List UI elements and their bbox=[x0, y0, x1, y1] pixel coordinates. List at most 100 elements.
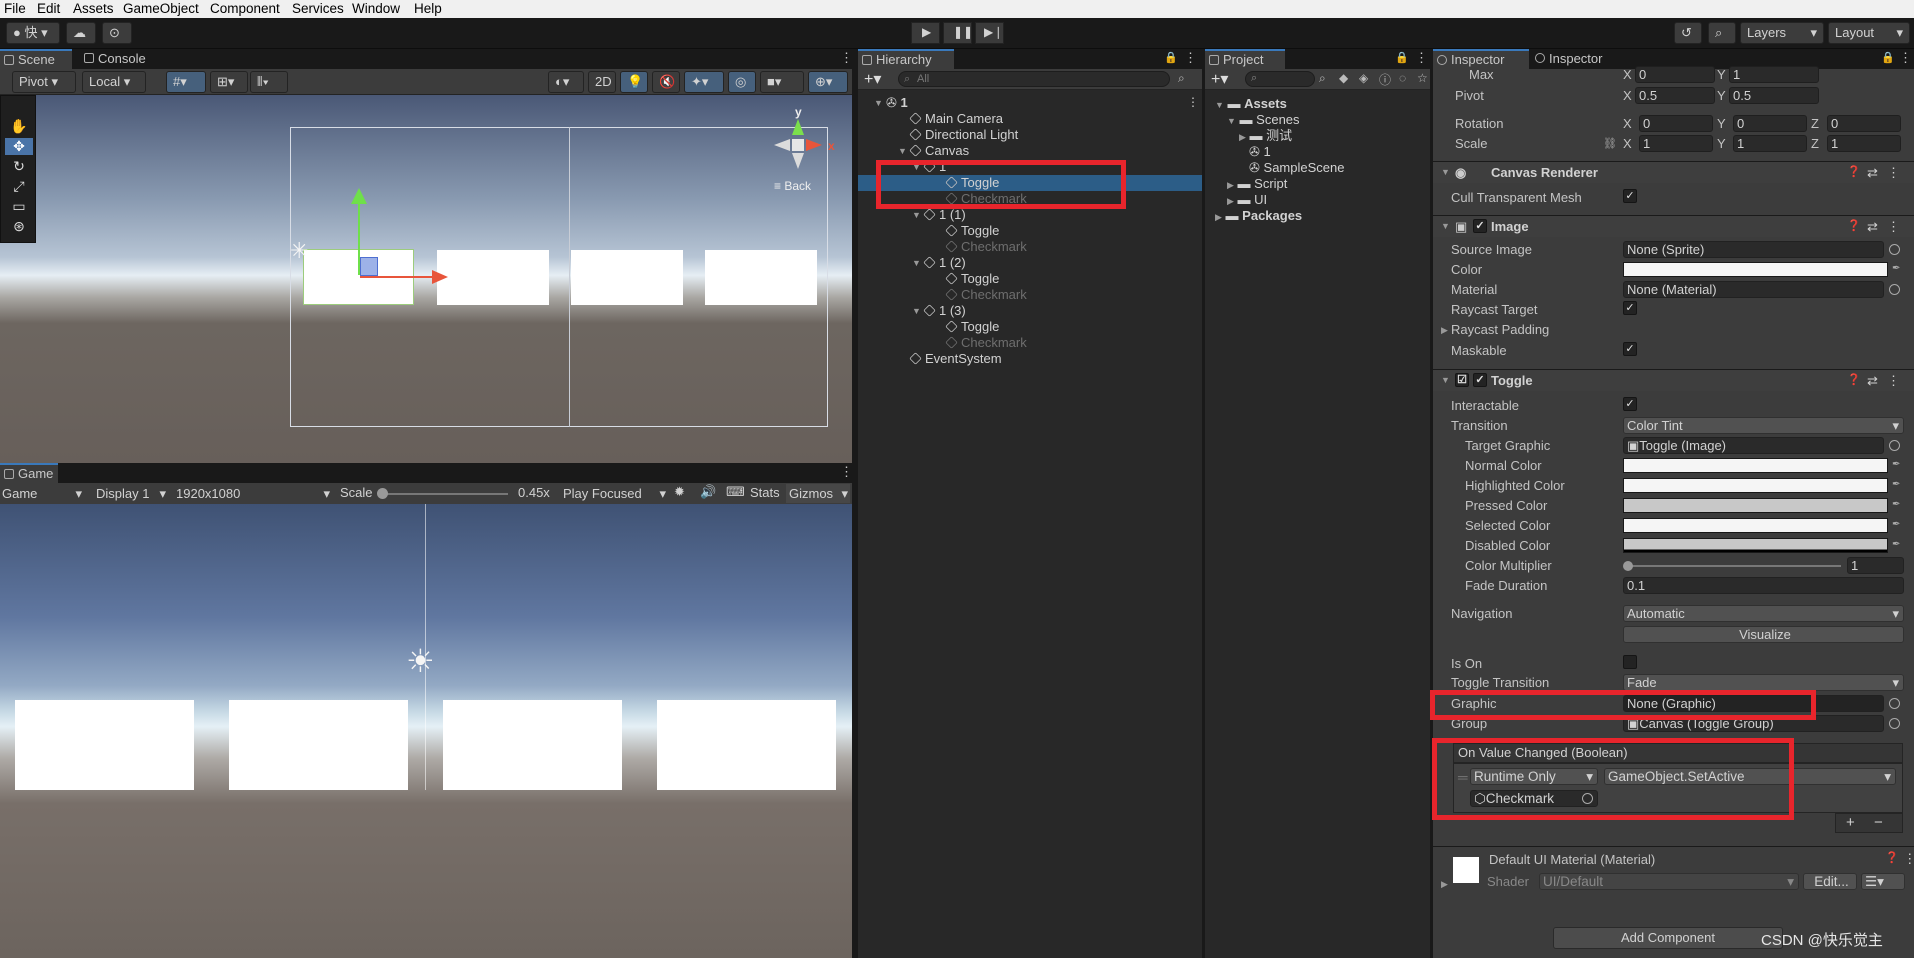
shader-dropdown[interactable]: UI/Default ▾ bbox=[1539, 873, 1799, 890]
hierarchy-scene-row[interactable]: ▼ ✇ 1 bbox=[874, 95, 1216, 111]
scale-z-field[interactable]: 1 bbox=[1827, 135, 1901, 152]
gizmo-back-label[interactable]: ≡ Back bbox=[774, 179, 811, 193]
scale-tool-icon[interactable]: ⤢ bbox=[5, 178, 33, 195]
object-picker-icon[interactable] bbox=[1889, 718, 1900, 729]
raycast-padding-row[interactable]: ▶ Raycast Padding bbox=[1433, 321, 1914, 339]
grid-snap-button[interactable]: #▾ bbox=[166, 71, 206, 93]
toggle-preview-2[interactable] bbox=[437, 250, 549, 305]
cull-mesh-checkbox[interactable]: ✓ bbox=[1623, 189, 1637, 203]
link-icon[interactable]: ⛓ bbox=[1603, 135, 1617, 153]
menu-services[interactable]: Services bbox=[292, 1, 344, 16]
tab-game[interactable]: Game bbox=[0, 463, 58, 483]
audio-toggle[interactable]: 🔇 bbox=[652, 71, 680, 93]
is-on-checkbox[interactable] bbox=[1623, 655, 1637, 669]
function-dropdown[interactable]: GameObject.SetActive ▾ bbox=[1604, 768, 1896, 785]
event-object-field[interactable]: ⬡Checkmark bbox=[1470, 790, 1598, 807]
hierarchy-menu-icon[interactable] bbox=[1184, 50, 1197, 66]
orientation-gizmo[interactable]: y x ≡ Back bbox=[772, 105, 840, 195]
component-menu-icon[interactable]: ⋮ bbox=[1887, 216, 1900, 237]
toggle-render-1[interactable] bbox=[15, 700, 194, 790]
object-picker-icon[interactable] bbox=[1889, 244, 1900, 255]
color-multiplier-field[interactable]: 1 bbox=[1847, 557, 1904, 574]
scale-y-field[interactable]: 1 bbox=[1733, 135, 1807, 152]
inspector-menu-icon[interactable] bbox=[1899, 50, 1912, 66]
tab-scene[interactable]: Scene bbox=[0, 49, 72, 69]
object-picker-icon[interactable] bbox=[1889, 698, 1900, 709]
account-button[interactable]: ● 快 ▾ bbox=[6, 22, 60, 44]
search-button[interactable]: ⌕ bbox=[1708, 22, 1736, 44]
image-enabled-checkbox[interactable]: ✓ bbox=[1473, 219, 1487, 233]
stats-button[interactable]: Stats bbox=[750, 485, 780, 500]
help-icon[interactable]: ❓ bbox=[1847, 370, 1861, 391]
rotation-x-field[interactable]: 0 bbox=[1639, 115, 1713, 132]
eyedropper-icon[interactable]: ✒ bbox=[1892, 460, 1902, 470]
local-dropdown[interactable]: Local ▾ bbox=[82, 71, 146, 93]
source-image-field[interactable]: None (Sprite) bbox=[1623, 241, 1884, 258]
canvas-renderer-header[interactable]: ▼ ◉ Canvas Renderer ❓ ⇄ ⋮ bbox=[1433, 161, 1914, 183]
tab-hierarchy[interactable]: Hierarchy bbox=[858, 49, 954, 69]
type-filter-icon[interactable]: ◆ bbox=[1339, 71, 1348, 85]
eyedropper-icon[interactable]: ✒ bbox=[1892, 500, 1902, 510]
camera-dropdown[interactable]: ■▾ bbox=[760, 71, 804, 93]
step-button[interactable]: ▶❘ bbox=[975, 22, 1004, 44]
gizmo-center-cube[interactable] bbox=[792, 139, 804, 151]
display-dropdown[interactable]: Display 1 ▾ bbox=[90, 484, 168, 503]
image-component-header[interactable]: ▼ ▣ ✓ Image ❓ ⇄ ⋮ bbox=[1433, 215, 1914, 237]
play-mode-dropdown[interactable]: Play Focused ▾ bbox=[560, 484, 668, 503]
menu-assets[interactable]: Assets bbox=[73, 1, 114, 16]
2d-toggle[interactable]: 2D bbox=[588, 71, 616, 93]
move-tool-icon[interactable]: ✥ bbox=[5, 138, 33, 155]
pivot-x-field[interactable]: 0.5 bbox=[1635, 87, 1715, 104]
rotate-tool-icon[interactable]: ↻ bbox=[5, 158, 33, 175]
toggle-component-header[interactable]: ▼ ☑ ✓ Toggle ❓ ⇄ ⋮ bbox=[1433, 369, 1914, 391]
rect-tool-icon[interactable]: ▭ bbox=[5, 198, 33, 215]
scene-menu-icon[interactable]: ⋮ bbox=[1187, 95, 1199, 109]
increment-snap-button[interactable]: ⊞▾ bbox=[210, 71, 248, 93]
transform-tool-icon[interactable]: ⊛ bbox=[5, 218, 33, 235]
hierarchy-item-eventsystem[interactable]: EventSystem bbox=[909, 351, 1240, 367]
max-x-field[interactable]: 0 bbox=[1635, 66, 1715, 83]
collab-button[interactable]: ⊙ bbox=[102, 22, 132, 44]
preset-icon[interactable]: ⇄ bbox=[1867, 216, 1878, 237]
label-filter-icon[interactable]: ◈ bbox=[1359, 71, 1368, 85]
pivot-dropdown[interactable]: Pivot ▾ bbox=[12, 71, 76, 93]
pressed-color-swatch[interactable] bbox=[1623, 498, 1888, 513]
maskable-checkbox[interactable]: ✓ bbox=[1623, 342, 1637, 356]
move-y-arrow-icon[interactable] bbox=[351, 188, 367, 204]
menu-help[interactable]: Help bbox=[414, 1, 442, 16]
menu-gameobject[interactable]: GameObject bbox=[123, 1, 199, 16]
shading-mode-button[interactable]: ◐▾ bbox=[548, 71, 584, 93]
component-menu-icon[interactable]: ⋮ bbox=[1903, 851, 1914, 867]
help-icon[interactable]: ❓ bbox=[1885, 851, 1899, 864]
shader-options-dropdown[interactable]: ☰▾ bbox=[1861, 873, 1905, 890]
bug-icon[interactable]: ✹ bbox=[674, 484, 685, 500]
object-picker-icon[interactable] bbox=[1889, 440, 1900, 451]
menu-window[interactable]: Window bbox=[352, 1, 400, 16]
gizmos-dropdown[interactable]: ⊕▾ bbox=[808, 71, 848, 93]
tab-project[interactable]: Project bbox=[1205, 49, 1285, 69]
rotation-y-field[interactable]: 0 bbox=[1733, 115, 1807, 132]
add-component-button[interactable]: Add Component bbox=[1553, 927, 1783, 949]
target-graphic-field[interactable]: ▣Toggle (Image) bbox=[1623, 437, 1884, 454]
hierarchy-item-toggle-selected[interactable]: Toggle bbox=[858, 175, 1202, 191]
eyedropper-icon[interactable]: ✒ bbox=[1892, 480, 1902, 490]
resolution-dropdown[interactable]: 1920x1080 ▾ bbox=[172, 484, 332, 503]
play-button[interactable]: ▶ bbox=[911, 22, 940, 44]
speaker-icon[interactable]: 🔊 bbox=[700, 484, 716, 500]
navigation-dropdown[interactable]: Automatic ▾ bbox=[1623, 605, 1904, 622]
menu-file[interactable]: File bbox=[4, 1, 26, 16]
scale-x-field[interactable]: 1 bbox=[1639, 135, 1713, 152]
visibility-toggle[interactable]: ◎ bbox=[728, 71, 756, 93]
toggle-enabled-checkbox[interactable]: ✓ bbox=[1473, 373, 1487, 387]
object-picker-icon[interactable] bbox=[1582, 793, 1593, 804]
gizmo-neg-x-cone-icon[interactable] bbox=[774, 139, 790, 151]
toggle-preview-4[interactable] bbox=[705, 250, 817, 305]
rotation-z-field[interactable]: 0 bbox=[1827, 115, 1901, 132]
component-menu-icon[interactable]: ⋮ bbox=[1887, 162, 1900, 183]
pause-button[interactable]: ❚❚ bbox=[943, 22, 973, 44]
transition-dropdown[interactable]: Color Tint ▾ bbox=[1623, 417, 1904, 434]
highlighted-color-swatch[interactable] bbox=[1623, 478, 1888, 493]
hierarchy-item-canvas[interactable]: ▼ Canvas bbox=[898, 143, 1240, 159]
cloud-button[interactable]: ☁ bbox=[66, 22, 96, 44]
add-event-button[interactable]: + bbox=[1846, 814, 1855, 831]
